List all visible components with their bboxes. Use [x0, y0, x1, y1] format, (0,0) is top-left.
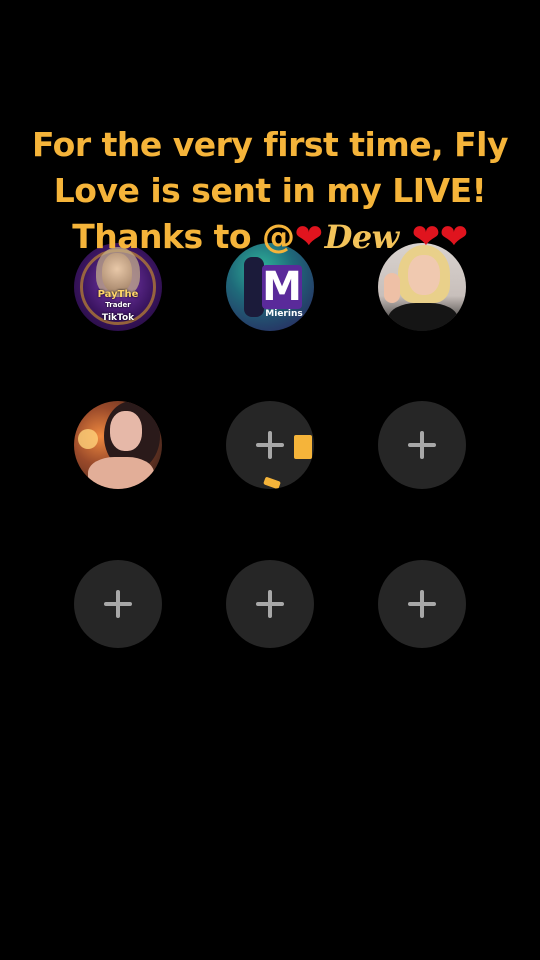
heart-icon: ❤ [411, 217, 441, 257]
gift-banner: For the very first time, Fly Love is sen… [20, 122, 520, 260]
banner-thanks-text: Thanks to @ [72, 217, 295, 256]
add-guest-slot[interactable] [226, 401, 314, 489]
avatar-face [408, 255, 440, 295]
plus-icon [268, 431, 272, 459]
confetti-piece [294, 435, 312, 459]
banner-line-2: Love is sent in my LIVE! [53, 171, 487, 210]
avatar-text: TikTok [101, 313, 135, 323]
add-guest-slot[interactable] [226, 560, 314, 648]
avatar-text: Trader [105, 301, 131, 309]
plus-icon [420, 590, 424, 618]
add-guest-slot[interactable] [74, 560, 162, 648]
guest-avatar-4[interactable] [74, 401, 162, 489]
avatar-figure [244, 257, 264, 317]
avatar-shirt [388, 303, 458, 331]
add-guest-slot[interactable] [378, 401, 466, 489]
heart-icon: ❤ [294, 217, 324, 257]
avatar-glow [78, 429, 98, 449]
plus-icon [420, 431, 424, 459]
heart-icon: ❤ [439, 217, 469, 257]
banner-line-3: Thanks to @❤Dew ❤❤ [20, 214, 520, 260]
add-guest-slot[interactable] [378, 560, 466, 648]
avatar-text: PayThe [97, 289, 139, 300]
confetti-piece [263, 476, 281, 489]
avatar-body [88, 457, 154, 489]
avatar-face [110, 411, 142, 451]
banner-username: Dew [324, 218, 400, 256]
avatar-hand [384, 273, 400, 303]
banner-line-1: For the very first time, Fly [31, 125, 509, 164]
avatar-letter: M [262, 264, 302, 310]
avatar-label: Mierins [265, 309, 303, 319]
plus-icon [116, 590, 120, 618]
plus-icon [268, 590, 272, 618]
